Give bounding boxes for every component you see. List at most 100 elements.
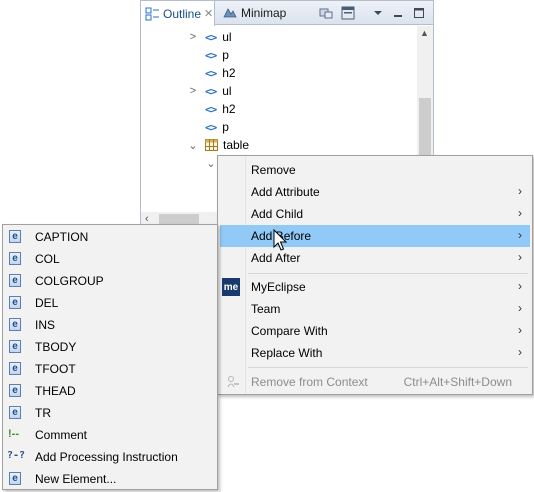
submenu-item-thead[interactable]: e THEAD — [3, 380, 217, 402]
table-icon — [205, 139, 218, 151]
element-icon: e — [9, 406, 21, 419]
menu-item-team[interactable]: Team › — [220, 298, 530, 320]
menu-item-remove[interactable]: Remove — [220, 159, 530, 181]
tree-node-label: p — [222, 48, 229, 62]
tab-outline-label: Outline — [163, 6, 202, 21]
submenu-arrow-icon: › — [518, 345, 522, 359]
tree-node-label: h2 — [222, 102, 236, 116]
scroll-up-icon[interactable]: ▲ — [420, 28, 429, 38]
add-before-submenu: e CAPTION e COL e COLGROUP e DEL e INS e… — [2, 224, 218, 490]
submenu-item-tfoot[interactable]: e TFOOT — [3, 358, 217, 380]
tree-node[interactable]: > <> ul — [187, 82, 232, 100]
menu-item-replace-with[interactable]: Replace With › — [220, 342, 530, 364]
tab-minimap[interactable]: Minimap — [219, 1, 290, 25]
menu-separator — [248, 273, 528, 274]
remove-context-icon — [226, 375, 240, 389]
menu-item-label: Add After — [251, 251, 301, 265]
menu-item-add-before[interactable]: Add Before › — [220, 225, 530, 247]
menu-item-label: Remove — [251, 163, 296, 177]
link-with-editor-icon[interactable] — [319, 6, 333, 20]
submenu-item-tr[interactable]: e TR — [3, 402, 217, 424]
submenu-item-label: TFOOT — [35, 362, 76, 376]
submenu-item-colgroup[interactable]: e COLGROUP — [3, 270, 217, 292]
element-icon: e — [9, 252, 21, 265]
element-icon: e — [9, 340, 21, 353]
element-icon: e — [9, 384, 21, 397]
tree-node-label: h2 — [222, 66, 236, 80]
menu-item-add-child[interactable]: Add Child › — [220, 203, 530, 225]
submenu-item-label: TR — [35, 406, 51, 420]
view-menu-icon[interactable] — [371, 6, 385, 20]
submenu-item-new-element[interactable]: e New Element... — [3, 468, 217, 490]
submenu-item-del[interactable]: e DEL — [3, 292, 217, 314]
tree-node-label: table — [223, 138, 250, 152]
submenu-item-label: THEAD — [35, 384, 76, 398]
collapse-chevron-icon[interactable]: ⌄ — [187, 136, 199, 154]
expand-chevron-icon[interactable]: > — [187, 82, 199, 100]
tree-node[interactable]: <> p — [205, 118, 229, 136]
tree-node[interactable]: ⌄ — [205, 154, 217, 172]
tree-node-label: ul — [222, 84, 232, 98]
menu-item-label: Remove from Context — [251, 375, 368, 389]
menu-item-add-after[interactable]: Add After › — [220, 247, 530, 269]
menu-item-label: MyEclipse — [251, 280, 306, 294]
tree-node[interactable]: <> p — [205, 46, 229, 64]
outline-icon — [145, 7, 160, 21]
tree-node[interactable]: ⌄ table — [187, 136, 249, 154]
minimap-icon — [223, 6, 238, 20]
element-tag-icon: <> — [205, 66, 217, 80]
element-icon: e — [9, 230, 21, 243]
element-tag-icon: <> — [205, 30, 217, 44]
element-icon: e — [9, 296, 21, 309]
submenu-item-label: New Element... — [35, 472, 117, 486]
element-icon: e — [9, 274, 21, 287]
submenu-item-ins[interactable]: e INS — [3, 314, 217, 336]
view-tab-bar: Outline ✕ Minimap — [141, 1, 433, 26]
menu-item-label: Team — [251, 302, 281, 316]
element-icon: e — [9, 362, 21, 375]
submenu-item-tbody[interactable]: e TBODY — [3, 336, 217, 358]
expand-chevron-icon[interactable]: > — [187, 28, 199, 46]
tree-node-label: ul — [222, 30, 232, 44]
submenu-item-label: Add Processing Instruction — [35, 450, 178, 464]
submenu-item-label: CAPTION — [35, 230, 89, 244]
menu-item-label: Replace With — [251, 346, 323, 360]
menu-item-myeclipse[interactable]: me MyEclipse › — [220, 276, 530, 298]
submenu-arrow-icon: › — [518, 184, 522, 198]
menu-item-label: Compare With — [251, 324, 328, 338]
menu-item-label: Add Child — [251, 207, 304, 221]
tab-outline[interactable]: Outline ✕ — [141, 1, 215, 26]
submenu-arrow-icon: › — [518, 250, 522, 264]
submenu-item-processing-instruction[interactable]: ?-? Add Processing Instruction — [3, 446, 217, 468]
tree-node[interactable]: <> h2 — [205, 64, 236, 82]
element-tag-icon: <> — [205, 120, 217, 134]
submenu-item-caption[interactable]: e CAPTION — [3, 226, 217, 248]
collapse-chevron-icon[interactable]: ⌄ — [205, 154, 217, 172]
element-icon: e — [9, 318, 21, 331]
close-icon[interactable]: ✕ — [204, 7, 213, 20]
submenu-item-comment[interactable]: !-- Comment — [3, 424, 217, 446]
myeclipse-icon: me — [222, 278, 240, 296]
menu-separator — [248, 367, 528, 368]
submenu-item-label: DEL — [35, 296, 59, 310]
tree-node[interactable]: <> h2 — [205, 100, 236, 118]
submenu-arrow-icon: › — [518, 323, 522, 337]
menu-item-accelerator: Ctrl+Alt+Shift+Down — [403, 375, 512, 389]
mouse-pointer-icon — [273, 228, 289, 253]
submenu-item-col[interactable]: e COL — [3, 248, 217, 270]
submenu-item-label: TBODY — [35, 340, 77, 354]
collapse-all-icon[interactable] — [341, 6, 355, 20]
menu-item-remove-from-context[interactable]: Remove from Context Ctrl+Alt+Shift+Down — [220, 371, 530, 393]
minimize-icon[interactable] — [391, 6, 405, 20]
menu-item-add-attribute[interactable]: Add Attribute › — [220, 181, 530, 203]
submenu-item-label: INS — [35, 318, 56, 332]
tree-node-label: p — [222, 120, 229, 134]
element-tag-icon: <> — [205, 48, 217, 62]
submenu-item-label: Comment — [35, 428, 88, 442]
comment-icon: !-- — [8, 428, 19, 440]
tree-node[interactable]: > <> ul — [187, 28, 232, 46]
menu-item-compare-with[interactable]: Compare With › — [220, 320, 530, 342]
submenu-arrow-icon: › — [518, 279, 522, 293]
maximize-icon[interactable] — [412, 6, 426, 20]
submenu-item-label: COLGROUP — [35, 274, 104, 288]
